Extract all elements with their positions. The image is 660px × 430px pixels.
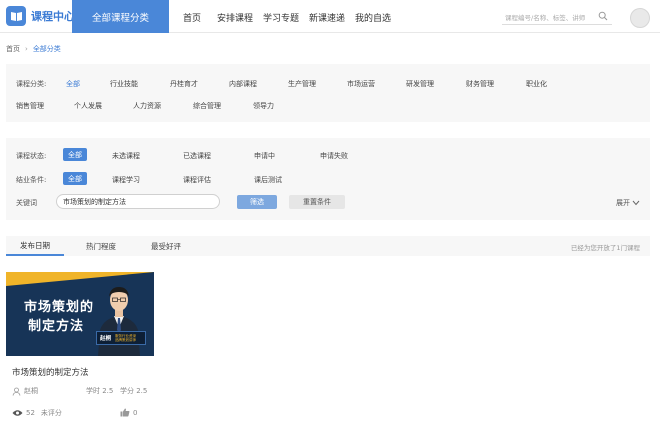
category-general-mgmt[interactable]: 综合管理	[193, 101, 221, 111]
nav-new-courses[interactable]: 新课速递	[309, 11, 345, 24]
category-marketing[interactable]: 市场运营	[347, 79, 375, 89]
status-unselected[interactable]: 未选课程	[112, 151, 140, 161]
category-sales[interactable]: 销售管理	[16, 101, 44, 111]
top-header: 课程中心 全部课程分类 首页 安排课程 学习专题 新课速递 我的自选 课程编号/…	[0, 0, 660, 33]
category-dangui[interactable]: 丹桂育才	[170, 79, 198, 89]
instructor-nametag: 赵桐 服务行业资深 品牌策划讲师	[96, 331, 146, 345]
category-hr[interactable]: 人力资源	[133, 101, 161, 111]
nav-topics[interactable]: 学习专题	[263, 11, 299, 24]
logo-text: 课程中心	[31, 10, 75, 23]
reset-button[interactable]: 重置条件	[289, 195, 345, 209]
category-production[interactable]: 生产管理	[288, 79, 316, 89]
completion-test[interactable]: 课后测试	[254, 175, 282, 185]
sort-tab-publish-date[interactable]: 发布日期	[6, 236, 64, 256]
sort-tab-top-rated[interactable]: 最受好评	[151, 236, 181, 256]
nametag-desc-line2: 品牌策划讲师	[115, 338, 137, 342]
search-placeholder: 课程编号/名称、标签、讲师	[505, 14, 586, 22]
completion-study[interactable]: 课程学习	[112, 175, 140, 185]
course-thumbnail[interactable]: 市场策划的 制定方法 赵桐 服务行业资深 品牌策划讲师	[6, 272, 154, 356]
course-hours: 学时 2.5	[86, 387, 114, 395]
chevron-down-icon	[632, 200, 640, 206]
filter-panel: 课程状态: 全部 未选课程 已选课程 申请中 申请失败 结业条件: 全部 课程学…	[6, 138, 650, 220]
nav-arranged-courses[interactable]: 安排课程	[217, 11, 253, 24]
sort-bar: 发布日期 热门程度 最受好评 已经为您开放了1门课程	[6, 236, 650, 256]
eye-icon	[12, 410, 23, 416]
thumbnail-title-line1: 市场策划的	[24, 300, 95, 315]
expand-toggle[interactable]: 展开	[616, 198, 640, 208]
completion-all-chip[interactable]: 全部	[63, 172, 87, 185]
user-icon	[12, 387, 21, 396]
category-leadership[interactable]: 领导力	[253, 101, 274, 111]
completion-evaluation[interactable]: 课程评估	[183, 175, 211, 185]
status-failed[interactable]: 申请失败	[320, 151, 348, 161]
course-instructor: 赵桐	[12, 386, 38, 396]
category-professionalism[interactable]: 职业化	[526, 79, 547, 89]
course-title[interactable]: 市场策划的制定方法	[12, 366, 89, 378]
category-all[interactable]: 全部	[66, 79, 80, 89]
view-count: 52	[26, 409, 35, 417]
chevron-right-icon: ›	[25, 45, 28, 53]
course-count-info: 已经为您开放了1门课程	[570, 244, 640, 252]
completion-label: 结业条件:	[16, 176, 47, 184]
category-rnd[interactable]: 研发管理	[406, 79, 434, 89]
course-likes[interactable]: 0	[120, 408, 137, 417]
logo[interactable]: 课程中心	[6, 6, 75, 26]
course-credits: 学分 2.5	[120, 387, 148, 395]
category-label: 课程分类:	[16, 80, 47, 88]
thumbnail-title-line2: 制定方法	[28, 319, 85, 334]
category-industry-skills[interactable]: 行业技能	[110, 79, 138, 89]
breadcrumb-current[interactable]: 全部分类	[33, 44, 61, 54]
category-panel: 课程分类: 全部 行业技能 丹桂育才 内部课程 生产管理 市场运营 研发管理 财…	[6, 64, 650, 122]
keyword-input[interactable]: 市场策划的制定方法	[56, 194, 220, 209]
breadcrumb-home[interactable]: 首页	[6, 44, 20, 54]
status-applying[interactable]: 申请中	[254, 151, 275, 161]
category-finance[interactable]: 财务管理	[466, 79, 494, 89]
expand-label: 展开	[616, 199, 630, 207]
user-avatar[interactable]	[630, 8, 650, 28]
nametag-name: 赵桐	[100, 336, 112, 342]
status-selected[interactable]: 已选课程	[183, 151, 211, 161]
search-icon[interactable]	[598, 11, 608, 21]
filter-button[interactable]: 筛选	[237, 195, 277, 209]
search-input[interactable]: 课程编号/名称、标签、讲师	[502, 9, 612, 25]
sort-tab-popularity[interactable]: 热门程度	[86, 236, 116, 256]
instructor-name: 赵桐	[24, 387, 38, 395]
nav-my-selection[interactable]: 我的自选	[355, 11, 391, 24]
nav-all-categories[interactable]: 全部课程分类	[72, 0, 169, 33]
like-count: 0	[133, 408, 138, 417]
thumbs-up-icon[interactable]	[120, 408, 130, 417]
category-internal[interactable]: 内部课程	[229, 79, 257, 89]
book-icon	[6, 6, 26, 26]
status-all-chip[interactable]: 全部	[63, 148, 87, 161]
status-label: 课程状态:	[16, 152, 47, 160]
nav-home[interactable]: 首页	[183, 11, 201, 24]
course-card[interactable]: 市场策划的 制定方法 赵桐 服务行业资深 品牌策划讲师 市场策划的制定方法 赵桐 …	[6, 272, 154, 424]
breadcrumb: 首页 › 全部分类	[6, 44, 61, 54]
keyword-label: 关键词	[16, 199, 37, 207]
rating-status: 未评分	[40, 409, 62, 417]
category-personal-dev[interactable]: 个人发展	[74, 101, 102, 111]
course-views: 52 未评分	[12, 408, 62, 418]
